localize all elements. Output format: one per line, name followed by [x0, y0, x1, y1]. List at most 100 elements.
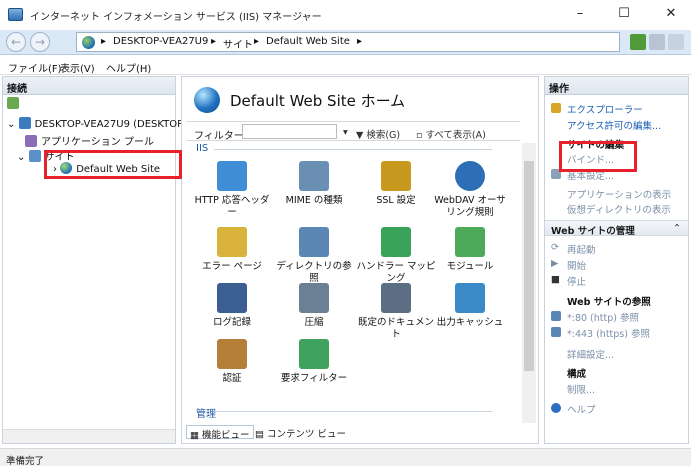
view-tabs: ▦ 機能ビュー ▤ コンテンツ ビュー — [186, 423, 520, 441]
feature-compression[interactable]: 圧縮 — [274, 283, 354, 329]
breadcrumb-sites[interactable]: サイト — [223, 36, 253, 51]
breadcrumb-site[interactable]: Default Web Site — [266, 36, 350, 47]
actions-panel: 操作 エクスプローラー アクセス許可の編集... サイトの編集 バインド... … — [544, 76, 689, 444]
http-headers-icon — [217, 161, 247, 191]
feature-logging[interactable]: ログ記録 — [192, 283, 272, 329]
scroll-thumb[interactable] — [524, 161, 534, 371]
breadcrumb-separator: ▸ — [211, 36, 217, 47]
feature-label: 出力キャッシュ — [436, 317, 504, 328]
feature-label: MIME の種類 — [285, 195, 343, 206]
action-limits[interactable]: 制限... — [567, 382, 595, 396]
action-stop[interactable]: 停止 — [567, 274, 586, 288]
breadcrumb-server[interactable]: DESKTOP-VEA27U9 — [113, 36, 208, 47]
back-button[interactable]: ← — [6, 32, 26, 52]
action-edit-permissions[interactable]: アクセス許可の編集... — [567, 118, 661, 132]
feature-webdav[interactable]: WebDAV オーサリング規則 — [430, 161, 510, 219]
collapse-icon[interactable]: ⌄ — [17, 152, 25, 163]
action-restart[interactable]: 再起動 — [567, 242, 596, 256]
maximize-button[interactable]: ☐ — [604, 3, 644, 25]
address-bar: ← → ▸ DESKTOP-VEA27U9 ▸ サイト ▸ Default We… — [0, 30, 691, 55]
action-start[interactable]: 開始 — [567, 258, 586, 272]
action-browse-80[interactable]: *:80 (http) 参照 — [567, 310, 639, 324]
breadcrumb-separator: ▸ — [254, 36, 260, 47]
menu-help[interactable]: ヘルプ(H) — [106, 60, 151, 75]
filter-dropdown-icon[interactable]: ▾ — [343, 127, 348, 138]
feature-label: 圧縮 — [304, 317, 324, 328]
minimize-button[interactable]: – — [560, 3, 600, 25]
help-icon — [551, 403, 561, 413]
connections-header: 接続 — [3, 77, 175, 95]
tree-node-label: アプリケーション プール — [41, 137, 154, 148]
feature-label: ログ記録 — [212, 317, 251, 328]
feature-output-caching[interactable]: 出力キャッシュ — [430, 283, 510, 329]
window-title: インターネット インフォメーション サービス (IIS) マネージャー — [30, 12, 322, 23]
connections-toolbar — [3, 95, 175, 113]
highlight-default-web-site — [44, 150, 182, 179]
close-button[interactable]: ✕ — [651, 3, 691, 25]
feature-label: SSL 設定 — [376, 195, 416, 206]
feature-request-filtering[interactable]: 要求フィルター — [274, 339, 354, 385]
menu-file[interactable]: ファイル(F) — [8, 60, 62, 75]
action-advanced-settings[interactable]: 詳細設定... — [567, 347, 614, 361]
filter-input[interactable] — [242, 124, 337, 139]
show-all-button[interactable]: ▫ すべて表示(A) — [416, 127, 486, 141]
action-explore[interactable]: エクスプローラー — [567, 102, 643, 116]
feature-authentication[interactable]: 認証 — [192, 339, 272, 385]
connect-icon[interactable] — [7, 97, 19, 109]
features-grid: IIS HTTP 応答ヘッダー MIME の種類 SSL 設定 WebDAV オ… — [186, 143, 512, 423]
action-view-applications[interactable]: アプリケーションの表示 — [567, 187, 671, 201]
title-bar: インターネット インフォメーション サービス (IIS) マネージャー – ☐ … — [0, 0, 691, 30]
feature-directory-browsing[interactable]: ディレクトリの参照 — [274, 227, 354, 285]
server-icon — [18, 117, 31, 129]
feature-label: WebDAV オーサリング規則 — [434, 195, 506, 218]
lock-icon — [381, 161, 411, 191]
browse-icon — [551, 311, 561, 321]
status-text: 準備完了 — [6, 456, 45, 466]
feature-http-response-headers[interactable]: HTTP 応答ヘッダー — [192, 161, 272, 219]
action-browse-443[interactable]: *:443 (https) 参照 — [567, 326, 650, 340]
browse-site-heading: Web サイトの参照 — [567, 297, 651, 308]
feature-mime-types[interactable]: MIME の種類 — [274, 161, 354, 207]
feature-ssl-settings[interactable]: SSL 設定 — [356, 161, 436, 207]
stop-icon: ■ — [551, 274, 560, 285]
feature-modules[interactable]: モジュール — [430, 227, 510, 273]
breadcrumb[interactable]: ▸ DESKTOP-VEA27U9 ▸ サイト ▸ Default Web Si… — [76, 32, 620, 52]
tree-node-server[interactable]: ⌄ DESKTOP-VEA27U9 (DESKTOP — [7, 117, 183, 130]
menu-bar: ファイル(F) 表示(V) ヘルプ(H) — [0, 56, 691, 75]
start-icon: ▶ — [551, 258, 559, 269]
feature-default-document[interactable]: 既定のドキュメント — [356, 283, 436, 341]
tree-node-app-pools[interactable]: アプリケーション プール — [25, 133, 154, 148]
action-view-virtual-directories[interactable]: 仮想ディレクトリの表示 — [567, 202, 671, 216]
globe-icon — [194, 87, 220, 113]
horizontal-scrollbar[interactable] — [3, 429, 175, 443]
modules-icon — [455, 227, 485, 257]
folder-icon — [28, 150, 41, 162]
home-icon[interactable] — [668, 34, 684, 50]
group-divider — [214, 149, 492, 150]
breadcrumb-separator: ▸ — [101, 36, 107, 47]
tab-content-view[interactable]: ▤ コンテンツ ビュー — [252, 425, 349, 440]
authentication-icon — [217, 339, 247, 369]
stop-icon[interactable] — [649, 34, 665, 50]
actions-header: 操作 — [545, 77, 688, 95]
feature-error-pages[interactable]: エラー ページ — [192, 227, 272, 273]
manage-site-section[interactable]: Web サイトの管理 ⌃ — [545, 220, 688, 237]
logging-icon — [217, 283, 247, 313]
forward-button[interactable]: → — [30, 32, 50, 52]
menu-view[interactable]: 表示(V) — [60, 60, 95, 75]
tab-features-view[interactable]: ▦ 機能ビュー — [186, 425, 254, 441]
compression-icon — [299, 283, 329, 313]
network-icon[interactable] — [630, 34, 646, 50]
action-help[interactable]: ヘルプ — [567, 402, 596, 416]
collapse-icon[interactable]: ⌄ — [7, 119, 15, 130]
feature-label: 既定のドキュメント — [357, 317, 434, 340]
search-button[interactable]: ▼ 検索(G) — [356, 127, 400, 141]
app-pool-icon — [25, 135, 37, 147]
feature-label: ディレクトリの参照 — [276, 261, 352, 284]
features-panel: Default Web Site ホーム フィルター: ▾ ▼ 検索(G) ▫ … — [181, 76, 539, 444]
vertical-scrollbar[interactable] — [522, 143, 536, 423]
group-divider — [214, 411, 492, 412]
collapse-section-icon[interactable]: ⌃ — [673, 223, 681, 234]
group-iis: IIS — [196, 143, 209, 154]
feature-handler-mappings[interactable]: ハンドラー マッピング — [356, 227, 436, 285]
